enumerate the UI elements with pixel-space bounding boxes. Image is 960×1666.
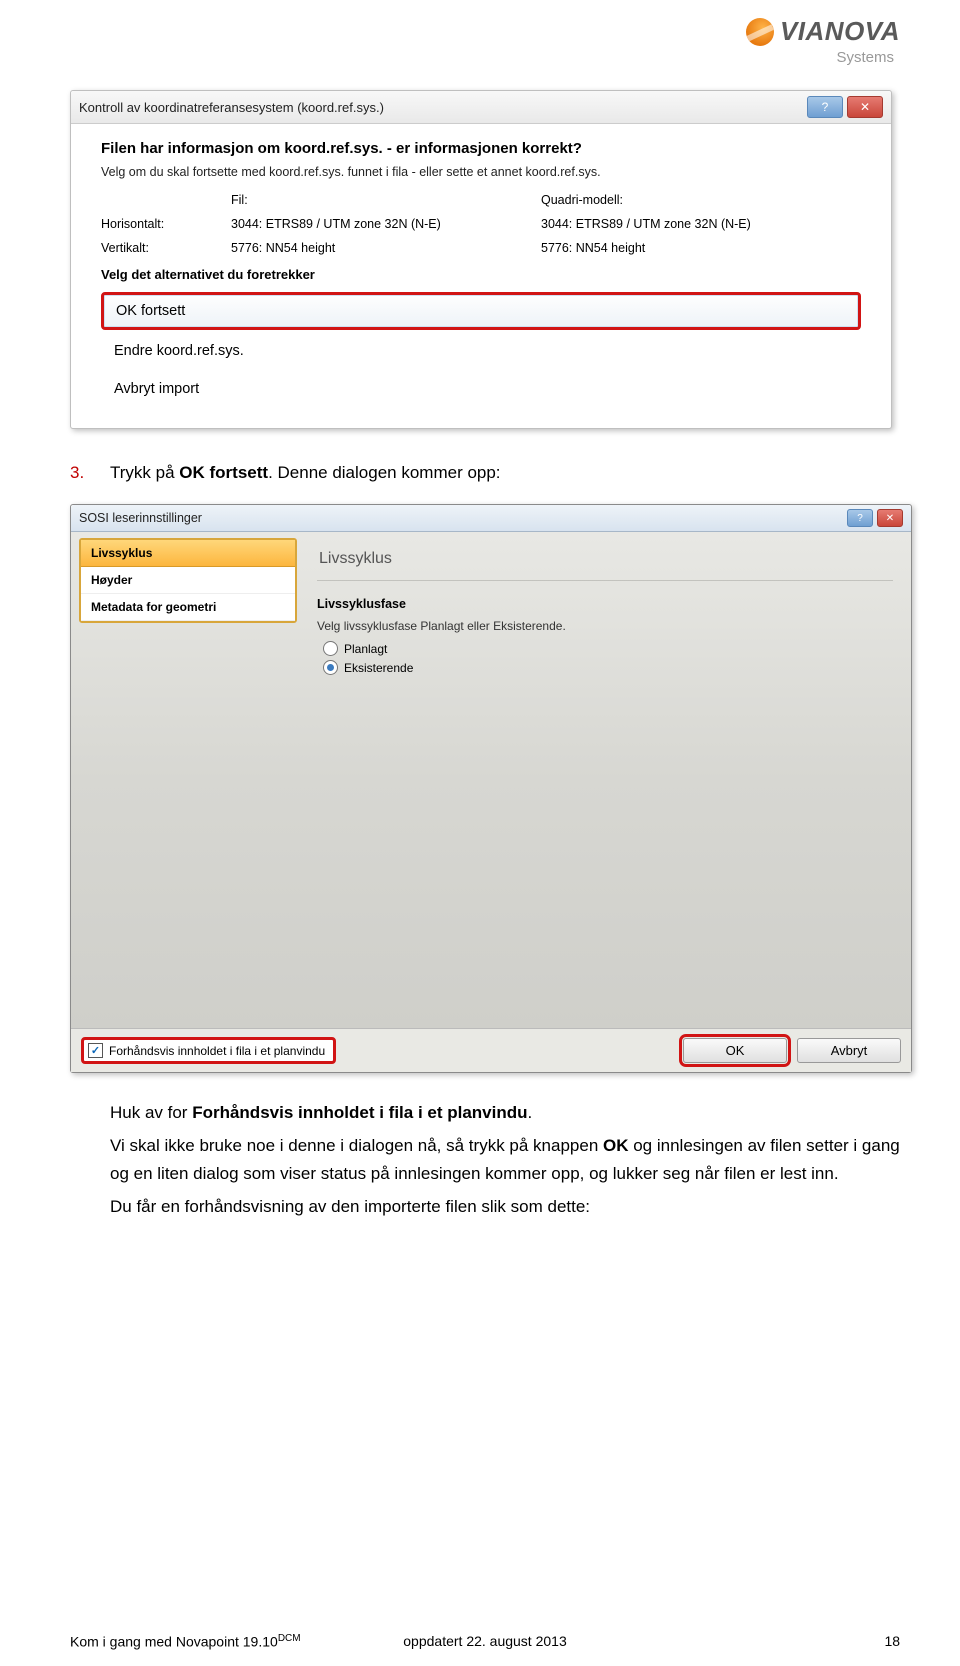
page-footer: Kom i gang med Novapoint 19.10DCM oppdat… [70, 1633, 900, 1650]
footer-left: Kom i gang med Novapoint 19.10DCM [70, 1633, 347, 1650]
preview-checkbox-label: Forhåndsvis innholdet i fila i et planvi… [109, 1044, 325, 1058]
footer-left-sup: DCM [278, 1633, 301, 1644]
radio-planned[interactable]: Planlagt [323, 641, 893, 656]
brand-logo: VIANOVA Systems [746, 16, 900, 66]
instruction-preview-post: . [528, 1103, 533, 1122]
option-change-crs-label: Endre koord.ref.sys. [114, 343, 244, 359]
instruction-preview-bold: Forhåndsvis innholdet i fila i et planvi… [192, 1103, 527, 1122]
cat-lifecycle-label: Livssyklus [91, 546, 152, 560]
dialog1-titlebar[interactable]: Kontroll av koordinatreferansesystem (ko… [71, 91, 891, 124]
cat-heights-label: Høyder [91, 573, 132, 587]
radio-existing-label: Eksisterende [344, 661, 413, 675]
footer-left-text: Kom i gang med Novapoint 19.10 [70, 1634, 278, 1650]
radio-planned-label: Planlagt [344, 642, 387, 656]
option-abort-import[interactable]: Avbryt import [101, 372, 861, 406]
step-text: Trykk på OK fortsett. Denne dialogen kom… [110, 459, 900, 486]
instruction-press-ok-bold: OK [603, 1136, 629, 1155]
cancel-button-label: Avbryt [831, 1043, 868, 1058]
cat-geometry-metadata[interactable]: Metadata for geometri [81, 594, 295, 621]
dialog1-heading: Filen har informasjon om koord.ref.sys. … [101, 140, 861, 157]
cat-geometry-metadata-label: Metadata for geometri [91, 600, 216, 614]
instruction-preview-pre: Huk av for [110, 1103, 192, 1122]
sosi-reader-settings-dialog: SOSI leserinnstillinger ? ✕ Livssyklus H… [70, 504, 912, 1073]
step-text-bold: OK fortsett [179, 463, 268, 482]
option-change-crs[interactable]: Endre koord.ref.sys. [101, 334, 861, 368]
option-ok-continue-label: OK fortsett [116, 303, 185, 319]
row-vertical-file: 5776: NN54 height [231, 241, 511, 255]
dialog2-category-list: Livssyklus Høyder Metadata for geometri [79, 538, 297, 623]
preview-checkbox-row[interactable]: ✓ Forhåndsvis innholdet i fila i et plan… [81, 1037, 336, 1064]
instruction-preview: Huk av for Forhåndsvis innholdet i fila … [110, 1099, 900, 1126]
cat-heights[interactable]: Høyder [81, 567, 295, 594]
cat-lifecycle[interactable]: Livssyklus [81, 540, 295, 567]
row-horizontal-file: 3044: ETRS89 / UTM zone 32N (N-E) [231, 217, 511, 231]
ok-button[interactable]: OK [683, 1038, 787, 1063]
help-button[interactable]: ? [807, 96, 843, 118]
col-model-header: Quadri-modell: [541, 193, 821, 207]
instruction-press-ok-a: Vi skal ikke bruke noe i denne i dialoge… [110, 1136, 603, 1155]
footer-date: oppdatert 22. august 2013 [347, 1633, 624, 1650]
option-ok-continue[interactable]: OK fortsett [101, 292, 861, 330]
checkbox-icon: ✓ [88, 1043, 103, 1058]
instruction-preview-result: Du får en forhåndsvisning av den importe… [110, 1193, 900, 1220]
step-3: 3. Trykk på OK fortsett. Denne dialogen … [70, 459, 900, 486]
radio-icon [323, 660, 338, 675]
dialog1-choose-label: Velg det alternativet du foretrekker [101, 267, 861, 282]
footer-page-number: 18 [623, 1633, 900, 1650]
dialog1-subtext: Velg om du skal fortsette med koord.ref.… [101, 165, 861, 179]
option-abort-import-label: Avbryt import [114, 381, 199, 397]
close-button[interactable]: ✕ [877, 509, 903, 527]
lifecycle-phase-desc: Velg livssyklusfase Planlagt eller Eksis… [317, 619, 893, 633]
ok-button-label: OK [726, 1043, 745, 1058]
brand-name: VIANOVA [780, 16, 900, 47]
row-horizontal-label: Horisontalt: [101, 217, 201, 231]
dialog2-panel-heading: Livssyklus [317, 540, 893, 581]
col-file-header: Fil: [231, 193, 511, 207]
brand-subtitle: Systems [746, 49, 900, 66]
row-vertical-label: Vertikalt: [101, 241, 201, 255]
dialog1-title: Kontroll av koordinatreferansesystem (ko… [79, 100, 807, 115]
step-text-post: . Denne dialogen kommer opp: [268, 463, 500, 482]
logo-ball-icon [746, 18, 774, 46]
row-vertical-model: 5776: NN54 height [541, 241, 821, 255]
row-horizontal-model: 3044: ETRS89 / UTM zone 32N (N-E) [541, 217, 821, 231]
radio-existing[interactable]: Eksisterende [323, 660, 893, 675]
dialog2-titlebar[interactable]: SOSI leserinnstillinger ? ✕ [71, 505, 911, 532]
instruction-press-ok: Vi skal ikke bruke noe i denne i dialoge… [110, 1132, 900, 1186]
coord-check-dialog: Kontroll av koordinatreferansesystem (ko… [70, 90, 892, 429]
step-number: 3. [70, 459, 90, 486]
step-text-pre: Trykk på [110, 463, 179, 482]
lifecycle-phase-heading: Livssyklusfase [317, 597, 893, 611]
close-button[interactable]: ✕ [847, 96, 883, 118]
help-button[interactable]: ? [847, 509, 873, 527]
cancel-button[interactable]: Avbryt [797, 1038, 901, 1063]
radio-icon [323, 641, 338, 656]
dialog2-title: SOSI leserinnstillinger [79, 511, 847, 525]
